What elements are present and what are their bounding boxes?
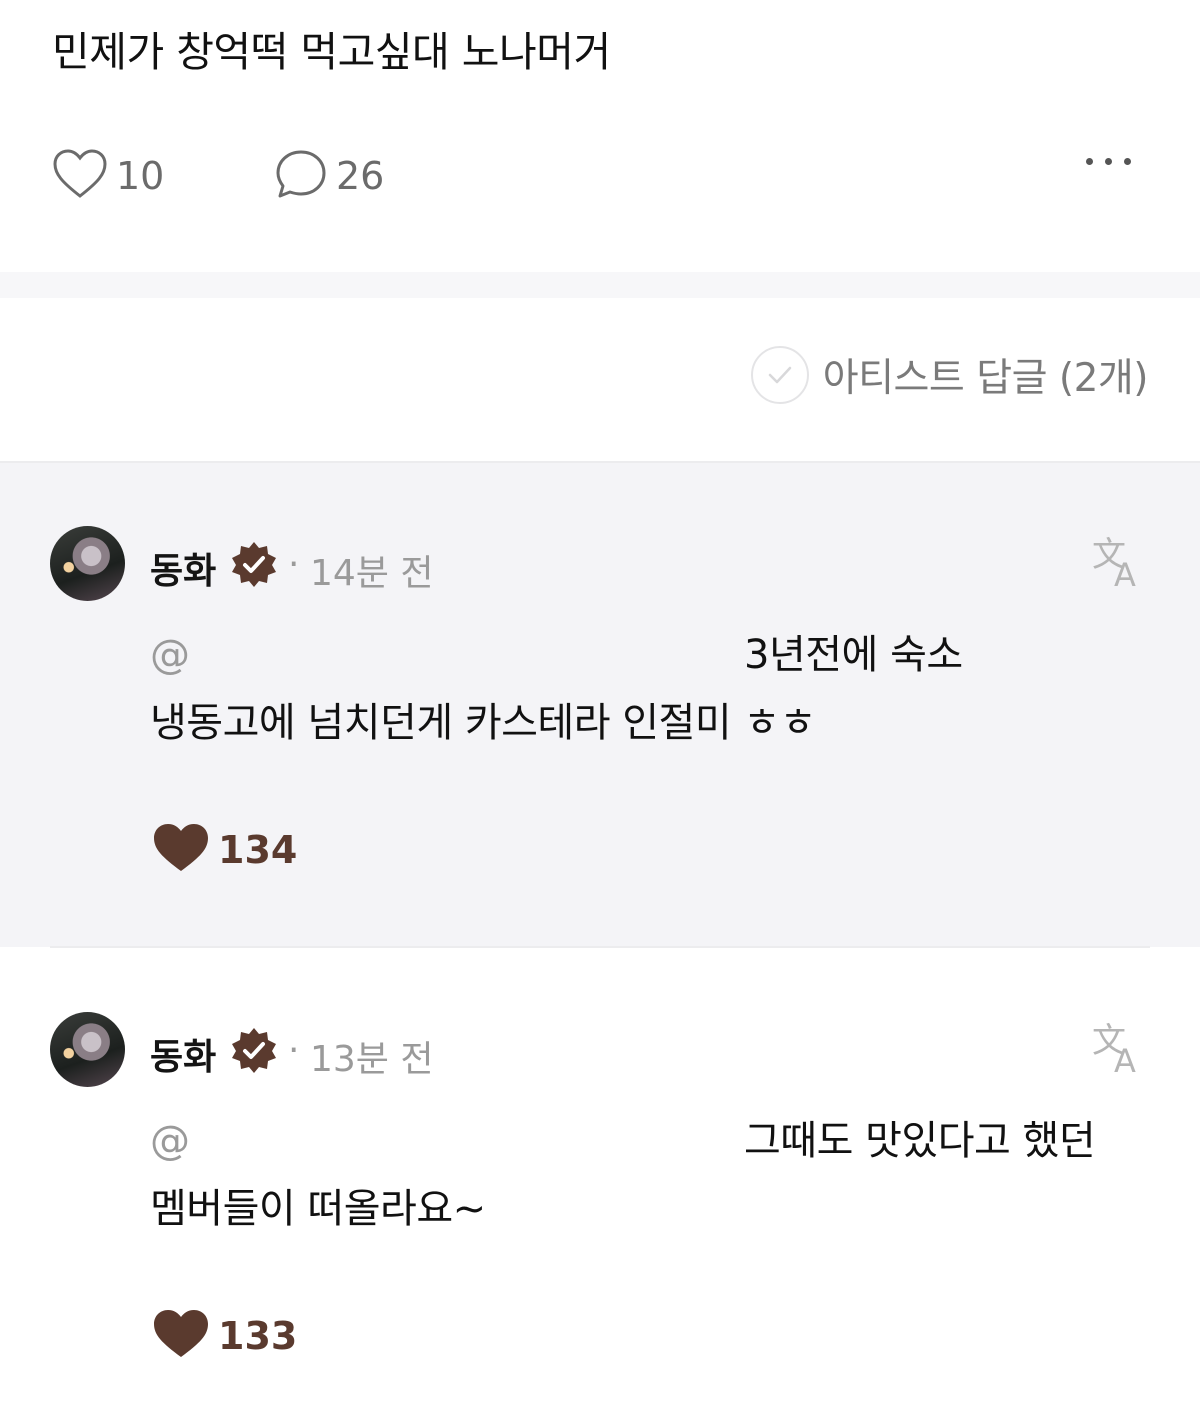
artist-reply-filter[interactable]: 아티스트 답글 (2개) — [750, 346, 1149, 404]
filter-label: 아티스트 답글 (2개) — [822, 356, 1149, 401]
comment-time: 13분 전 — [310, 1039, 434, 1080]
ellipsis-icon — [1086, 158, 1093, 165]
comment-count: 26 — [336, 154, 385, 198]
like-count: 10 — [116, 154, 165, 198]
meta-separator: · — [288, 1030, 300, 1071]
comment-like-button[interactable]: 133 — [152, 1308, 297, 1364]
checkmark-circle-icon[interactable] — [750, 346, 809, 404]
like-button[interactable]: 10 — [52, 148, 164, 204]
comment-like-count: 133 — [218, 1314, 298, 1358]
verified-badge-icon — [230, 540, 278, 588]
comment-text-line2: 냉동고에 넘치던게 카스테라 인절미 ㅎㅎ — [150, 700, 816, 746]
comment-like-button[interactable]: 134 — [152, 822, 297, 878]
heart-outline-icon — [52, 148, 108, 204]
avatar[interactable] — [50, 1012, 125, 1087]
svg-text:A: A — [1114, 1042, 1136, 1074]
translate-icon[interactable]: 文 A — [1090, 532, 1144, 600]
heart-filled-icon — [152, 822, 210, 878]
comment-separator — [50, 946, 1150, 948]
comment-text-line1: 3년전에 숙소 — [744, 632, 963, 678]
comment-text-line2: 멤버들이 떠올라요~ — [150, 1186, 486, 1232]
comment-like-count: 134 — [218, 828, 298, 872]
comment-text-line1: 그때도 맛있다고 했던 — [744, 1118, 1096, 1164]
mention[interactable]: @ — [150, 1108, 190, 1174]
comment-time: 14분 전 — [310, 553, 434, 594]
comment-button[interactable]: 26 — [274, 148, 384, 204]
post-text: 민제가 창억떡 먹고싶대 노나머거 — [52, 28, 611, 76]
heart-filled-icon — [152, 1308, 210, 1364]
translate-icon[interactable]: 文 A — [1090, 1018, 1144, 1086]
section-divider — [0, 272, 1200, 298]
author-name[interactable]: 동화 — [150, 1028, 216, 1080]
author-name[interactable]: 동화 — [150, 542, 216, 594]
meta-separator: · — [288, 544, 300, 585]
verified-badge-icon — [230, 1026, 278, 1074]
speech-bubble-icon — [274, 148, 328, 204]
avatar[interactable] — [50, 526, 125, 601]
mention[interactable]: @ — [150, 622, 190, 688]
more-button[interactable] — [1086, 158, 1131, 165]
svg-text:A: A — [1114, 556, 1136, 588]
